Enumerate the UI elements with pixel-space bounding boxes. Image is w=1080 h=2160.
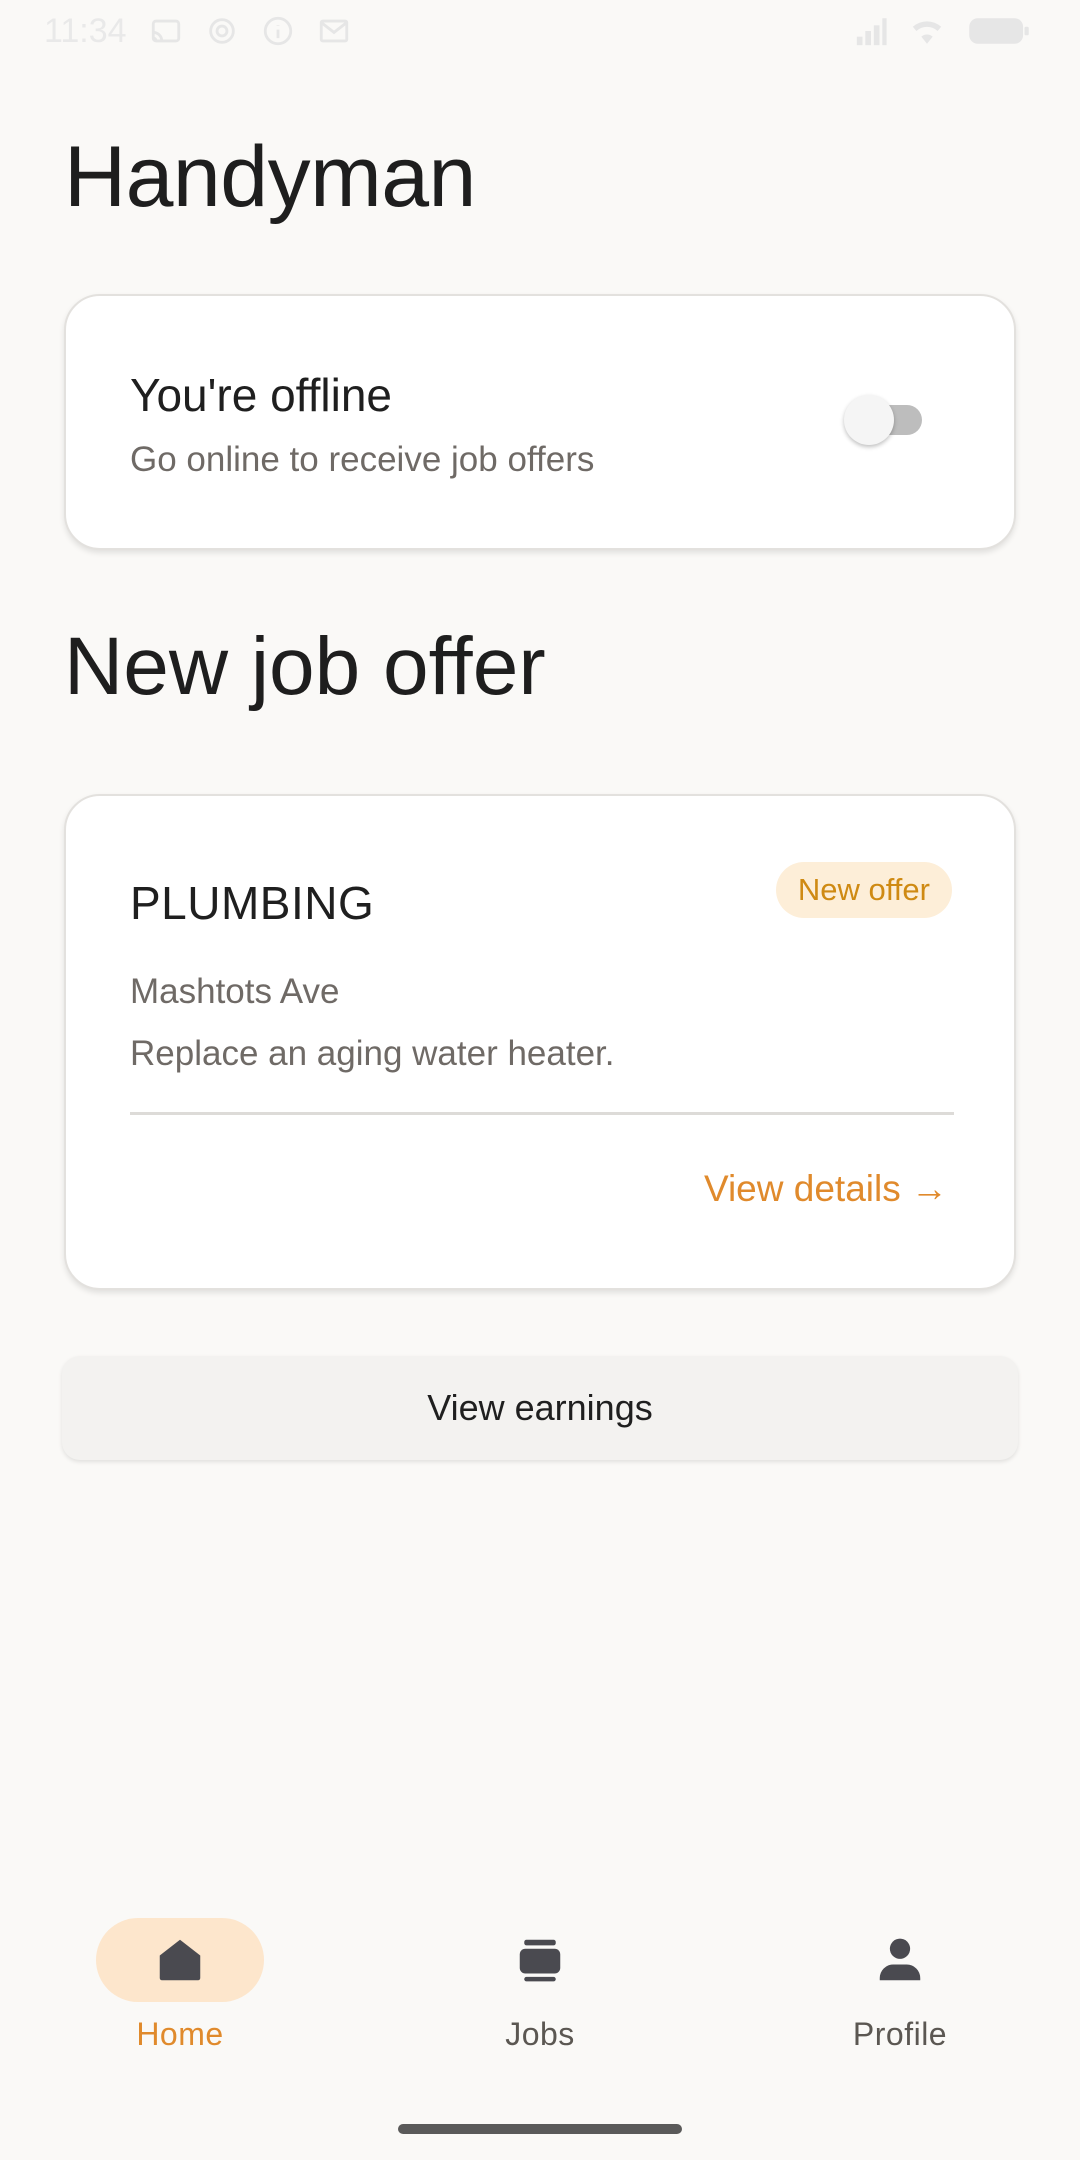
app-title: Handyman [64,129,476,225]
status-right [854,14,1032,48]
nav-label-jobs: Jobs [505,2016,575,2052]
offer-divider [130,1112,954,1115]
status-bar: 11:34 [0,0,1080,62]
online-status-card: You're offline Go online to receive job … [64,294,1016,550]
nav-item-jobs[interactable]: Jobs [420,1918,660,2078]
offer-description: Replace an aging water heater. [130,1034,615,1073]
wifi-icon [910,14,944,48]
bottom-nav: Home Jobs Profile [0,1900,1080,2080]
settings-gear-icon [205,14,239,48]
toggle-thumb [844,395,894,445]
screen: 11:34 Handyman You're offline Go online … [0,0,1080,2160]
cast-icon [149,14,183,48]
status-left: 11:34 [44,12,351,51]
status-time: 11:34 [44,11,127,50]
nav-item-home[interactable]: Home [60,1918,300,2078]
offer-category: PLUMBING [130,877,375,929]
nav-pill-profile [816,1918,984,2002]
nav-item-profile[interactable]: Profile [780,1918,1020,2078]
jobs-icon [519,1939,561,1982]
info-icon [261,14,295,48]
view-details-link[interactable]: View details → [704,1168,948,1210]
status-subtitle: Go online to receive job offers [130,440,595,479]
job-offer-card[interactable]: PLUMBING New offer Mashtots Ave Replace … [64,794,1016,1290]
nav-label-profile: Profile [852,2016,948,2052]
signal-icon [854,14,888,48]
nav-label-home: Home [136,2016,224,2052]
online-toggle[interactable] [840,392,932,446]
nav-pill-jobs [456,1918,624,2002]
home-icon [159,1939,201,1981]
new-offer-badge: New offer [775,862,952,918]
section-title: New job offer [64,621,546,712]
mail-icon [317,14,351,48]
status-title: You're offline [130,369,393,421]
battery-icon [966,14,1032,48]
profile-icon [879,1938,921,1981]
view-earnings-button[interactable]: View earnings [62,1356,1018,1460]
offer-address: Mashtots Ave [130,972,340,1011]
home-indicator[interactable] [398,2124,682,2134]
nav-pill-home [96,1918,264,2002]
